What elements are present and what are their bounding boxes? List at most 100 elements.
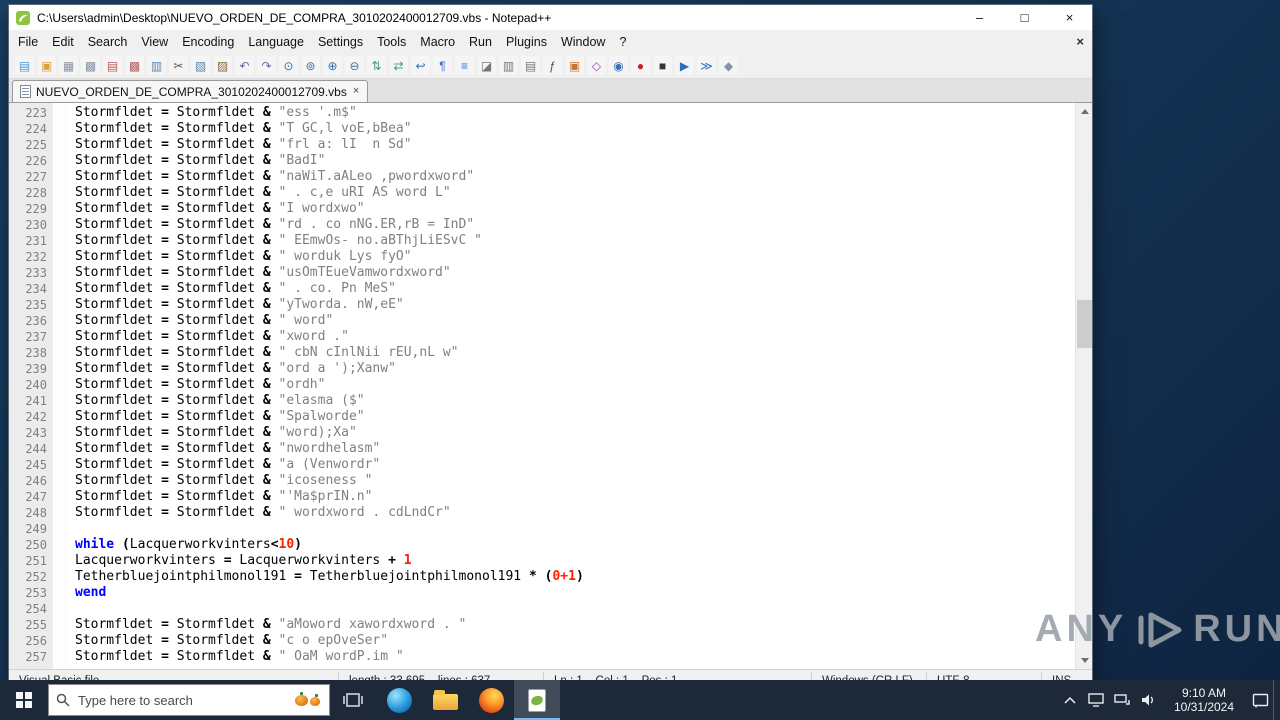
code-line[interactable]: Stormfldet = Stormfldet & " cbN cInlNii …	[75, 345, 1092, 361]
function-list-icon[interactable]: ƒ	[543, 56, 562, 75]
code-line[interactable]: Tetherbluejointphilmonol191 = Tetherblue…	[75, 569, 1092, 585]
code-line[interactable]: Stormfldet = Stormfldet & "aMoword xawor…	[75, 617, 1092, 633]
maximize-button[interactable]: □	[1002, 5, 1047, 30]
code-line[interactable]: Stormfldet = Stormfldet & "Spalworde"	[75, 409, 1092, 425]
code-line[interactable]: Stormfldet = Stormfldet & " . co. Pn MeS…	[75, 281, 1092, 297]
sync-vertical-icon[interactable]: ⇅	[367, 56, 386, 75]
code-line[interactable]: Stormfldet = Stormfldet & "T GC,l voE,bB…	[75, 121, 1092, 137]
tab-active[interactable]: NUEVO_ORDEN_DE_COMPRA_3010202400012709.v…	[12, 80, 369, 102]
editor-lines[interactable]: Stormfldet = Stormfldet & "ess '.m$" Stor…	[69, 103, 1092, 669]
menu-run[interactable]: Run	[462, 32, 499, 52]
code-line[interactable]: Stormfldet = Stormfldet & " worduk Lys f…	[75, 249, 1092, 265]
find-icon[interactable]: ⊙	[279, 56, 298, 75]
menu-edit[interactable]: Edit	[45, 32, 81, 52]
sync-horizontal-icon[interactable]: ⇄	[389, 56, 408, 75]
volume-tray-icon[interactable]	[1135, 680, 1161, 720]
editor-area[interactable]: 223 224 225 226 227 228 229 230 231 232 233 234 235 2…	[9, 103, 1092, 669]
code-line[interactable]: Stormfldet = Stormfldet & "elasma ($"	[75, 393, 1092, 409]
code-line[interactable]: Stormfldet = Stormfldet & "usOmTEueVamwo…	[75, 265, 1092, 281]
vertical-scrollbar[interactable]	[1075, 103, 1092, 669]
zoom-out-icon[interactable]: ⊖	[345, 56, 364, 75]
code-line[interactable]: Stormfldet = Stormfldet & " . c,e uRI AS…	[75, 185, 1092, 201]
undo-icon[interactable]: ↶	[235, 56, 254, 75]
task-view-button[interactable]	[330, 680, 376, 720]
code-line[interactable]: Stormfldet = Stormfldet & "yTworda. nW,e…	[75, 297, 1092, 313]
nppexport-plugin-icon[interactable]: ▣	[565, 56, 584, 75]
menu-file[interactable]: File	[11, 32, 45, 52]
code-line[interactable]: Stormfldet = Stormfldet & "ord a ');Xanw…	[75, 361, 1092, 377]
scroll-up-button[interactable]	[1076, 103, 1092, 120]
menu-macro[interactable]: Macro	[413, 32, 462, 52]
document-list-icon[interactable]: ▤	[521, 56, 540, 75]
user-language-icon[interactable]: ◪	[477, 56, 496, 75]
menu-settings[interactable]: Settings	[311, 32, 370, 52]
code-line[interactable]: Stormfldet = Stormfldet & "ordh"	[75, 377, 1092, 393]
code-line[interactable]: Stormfldet = Stormfldet & "xword ."	[75, 329, 1092, 345]
code-line[interactable]: Stormfldet = Stormfldet & "c o epOveSer"	[75, 633, 1092, 649]
save-all-icon[interactable]: ▩	[81, 56, 100, 75]
code-line[interactable]: Stormfldet = Stormfldet & "'Ma$prIN.n"	[75, 489, 1092, 505]
word-wrap-icon[interactable]: ↩	[411, 56, 430, 75]
hidden-icons-chevron[interactable]	[1057, 680, 1083, 720]
monitoring-icon[interactable]: ◉	[609, 56, 628, 75]
menu-view[interactable]: View	[134, 32, 175, 52]
code-line[interactable]: Stormfldet = Stormfldet & " OaM wordP.im…	[75, 649, 1092, 665]
save-macro-icon[interactable]: ◆	[719, 56, 738, 75]
code-line[interactable]	[75, 521, 1092, 537]
code-line[interactable]: wend	[75, 585, 1092, 601]
menubar-close-icon[interactable]: ×	[1076, 34, 1084, 49]
code-line[interactable]: Stormfldet = Stormfldet & "a (Venwordr"	[75, 457, 1092, 473]
code-line[interactable]: Stormfldet = Stormfldet & "naWiT.aALeo ,…	[75, 169, 1092, 185]
show-desktop-button[interactable]	[1273, 680, 1280, 720]
display-tray-icon[interactable]	[1083, 680, 1109, 720]
scrollbar-thumb[interactable]	[1077, 300, 1092, 348]
code-line[interactable]: Stormfldet = Stormfldet & "word);Xa"	[75, 425, 1092, 441]
menu-tools[interactable]: Tools	[370, 32, 413, 52]
menu-search[interactable]: Search	[81, 32, 135, 52]
menu-language[interactable]: Language	[241, 32, 311, 52]
network-tray-icon[interactable]	[1109, 680, 1135, 720]
code-line[interactable]: Stormfldet = Stormfldet & "nwordhelasm"	[75, 441, 1092, 457]
code-line[interactable]: Stormfldet = Stormfldet & "I wordxwo"	[75, 201, 1092, 217]
code-line[interactable]: Stormfldet = Stormfldet & " EEmwOs- no.a…	[75, 233, 1092, 249]
save-icon[interactable]: ▦	[59, 56, 78, 75]
edge-taskbar-icon[interactable]	[376, 680, 422, 720]
play-macro-icon[interactable]: ▶	[675, 56, 694, 75]
doc-map-icon[interactable]: ▥	[499, 56, 518, 75]
taskbar-search-input[interactable]: Type here to search	[48, 684, 330, 716]
code-line[interactable]: Stormfldet = Stormfldet & "BadI"	[75, 153, 1092, 169]
menu-plugins[interactable]: Plugins	[499, 32, 554, 52]
firefox-taskbar-icon[interactable]	[468, 680, 514, 720]
redo-icon[interactable]: ↷	[257, 56, 276, 75]
plugin-doc-icon[interactable]: ◇	[587, 56, 606, 75]
code-line[interactable]: Stormfldet = Stormfldet & "frl a: lI n S…	[75, 137, 1092, 153]
close-file-icon[interactable]: ▤	[103, 56, 122, 75]
start-button[interactable]	[0, 680, 48, 720]
copy-icon[interactable]: ▧	[191, 56, 210, 75]
search-highlight-icon[interactable]	[295, 691, 322, 706]
menu-help[interactable]: ?	[612, 32, 633, 52]
scroll-down-button[interactable]	[1076, 652, 1092, 669]
close-all-icon[interactable]: ▩	[125, 56, 144, 75]
replace-icon[interactable]: ⊚	[301, 56, 320, 75]
code-line[interactable]	[75, 601, 1092, 617]
stop-recording-icon[interactable]: ■	[653, 56, 672, 75]
zoom-in-icon[interactable]: ⊕	[323, 56, 342, 75]
indent-guide-icon[interactable]: ≡	[455, 56, 474, 75]
tab-close-icon[interactable]: ×	[352, 86, 360, 97]
menu-encoding[interactable]: Encoding	[175, 32, 241, 52]
action-center-button[interactable]	[1247, 680, 1273, 720]
notepadpp-taskbar-icon[interactable]	[514, 680, 560, 720]
run-macro-multiple-icon[interactable]: ≫	[697, 56, 716, 75]
code-line[interactable]: Lacquerworkvinters = Lacquerworkvinters …	[75, 553, 1092, 569]
close-button[interactable]: ×	[1047, 5, 1092, 30]
code-line[interactable]: Stormfldet = Stormfldet & "ess '.m$"	[75, 105, 1092, 121]
code-line[interactable]: Stormfldet = Stormfldet & " wordxword . …	[75, 505, 1092, 521]
taskbar-clock[interactable]: 9:10 AM 10/31/2024	[1161, 680, 1247, 720]
open-folder-icon[interactable]: ▣	[37, 56, 56, 75]
menu-window[interactable]: Window	[554, 32, 612, 52]
record-macro-icon[interactable]: ●	[631, 56, 650, 75]
code-line[interactable]: Stormfldet = Stormfldet & " word"	[75, 313, 1092, 329]
new-file-icon[interactable]: ▤	[15, 56, 34, 75]
code-line[interactable]: while (Lacquerworkvinters<10)	[75, 537, 1092, 553]
